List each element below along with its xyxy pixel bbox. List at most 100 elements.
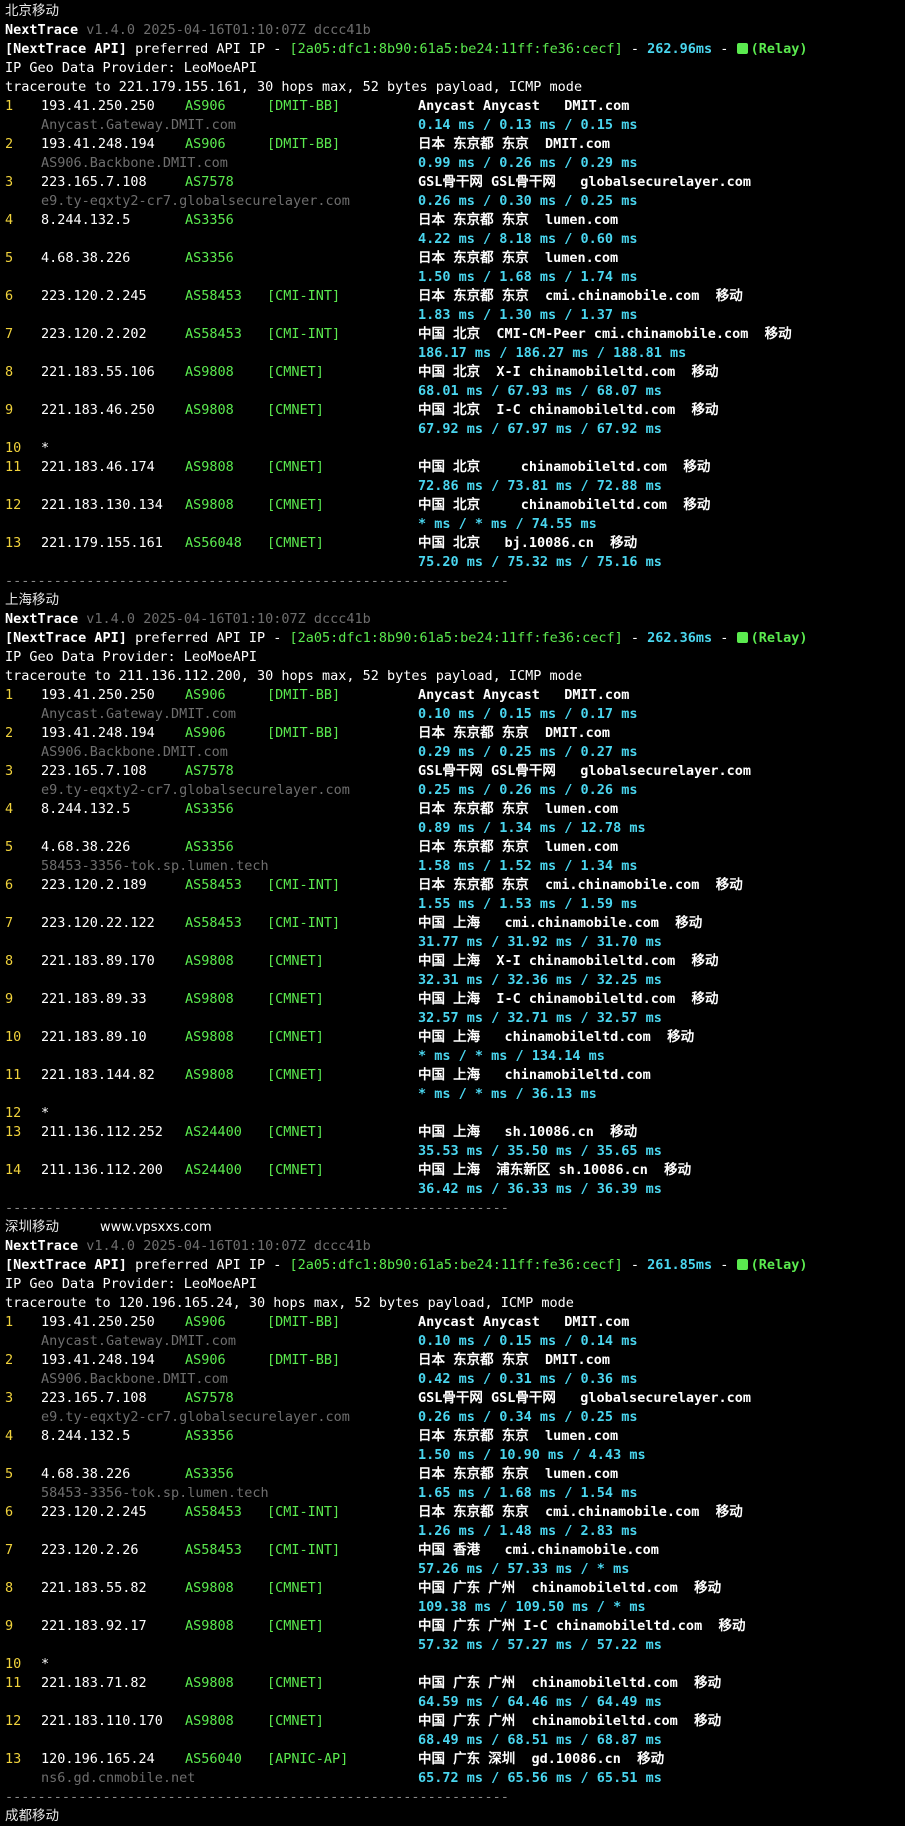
hop-detail-row: 0.89 ms / 1.34 ms / 12.78 ms bbox=[5, 819, 900, 838]
hop-detail-row: 32.57 ms / 32.71 ms / 32.57 ms bbox=[5, 1009, 900, 1028]
hop-number: 14 bbox=[5, 1162, 22, 1178]
hop-tag: [CMNET] bbox=[267, 364, 324, 380]
hop-latency: 0.26 ms / 0.30 ms / 0.25 ms bbox=[418, 193, 638, 209]
hop-detail-row: * ms / * ms / 134.14 ms bbox=[5, 1047, 900, 1066]
hop-ip: * bbox=[41, 440, 50, 456]
hop-asn: AS24400 bbox=[185, 1162, 242, 1178]
traceroute-header: traceroute to 221.179.155.161, 30 hops m… bbox=[5, 79, 583, 95]
hop-number: 10 bbox=[5, 1656, 22, 1672]
hop-row: 5 4.68.38.226 AS3356 日本 东京都 东京 lumen.com bbox=[5, 1465, 900, 1484]
hop-geo: 日本 东京都 东京 cmi.chinamobile.com 移动 bbox=[418, 288, 743, 304]
hop-row: 14 211.136.112.200 AS24400 [CMNET] 中国 上海 浦东新… bbox=[5, 1161, 900, 1180]
hop-tag: [CMI-INT] bbox=[267, 1504, 341, 1520]
hop-ip: 223.120.2.189 bbox=[41, 877, 147, 893]
hop-latency: 67.92 ms / 67.97 ms / 67.92 ms bbox=[418, 421, 662, 437]
separator: ----------------------------------------… bbox=[5, 573, 509, 589]
hop-ip: 223.120.2.245 bbox=[41, 1504, 147, 1520]
hop-asn: AS58453 bbox=[185, 288, 242, 304]
traceroute-line: traceroute to 211.136.112.200, 30 hops m… bbox=[5, 667, 900, 686]
hop-rdns: 58453-3356-tok.sp.lumen.tech bbox=[41, 858, 269, 874]
hop-asn: AS58453 bbox=[185, 1542, 242, 1558]
hop-ip: 221.183.71.82 bbox=[41, 1675, 147, 1691]
hop-latency: 0.89 ms / 1.34 ms / 12.78 ms bbox=[418, 820, 646, 836]
hop-geo: 日本 东京都 东京 lumen.com bbox=[418, 839, 619, 855]
hop-ip: 221.179.155.161 bbox=[41, 535, 163, 551]
relay-icon bbox=[736, 43, 748, 54]
hop-ip: 221.183.89.10 bbox=[41, 1029, 147, 1045]
hop-row: 8 221.183.89.170 AS9808 [CMNET] 中国 上海 X-I ch… bbox=[5, 952, 900, 971]
api-line: [NextTrace API] preferred API IP - [2a05… bbox=[5, 1256, 900, 1275]
hop-detail-row: * ms / * ms / 36.13 ms bbox=[5, 1085, 900, 1104]
hop-number: 4 bbox=[5, 1428, 14, 1444]
section-title-line: 上海移动 bbox=[5, 591, 900, 610]
separator-line: ----------------------------------------… bbox=[5, 572, 900, 591]
hop-latency: 1.26 ms / 1.48 ms / 2.83 ms bbox=[418, 1523, 638, 1539]
hop-detail-row: AS906.Backbone.DMIT.com 0.42 ms / 0.31 ms… bbox=[5, 1370, 900, 1389]
hop-latency: 57.32 ms / 57.27 ms / 57.22 ms bbox=[418, 1637, 662, 1653]
hop-row: 7 223.120.2.202 AS58453 [CMI-INT] 中国 北京 CMI-… bbox=[5, 325, 900, 344]
hop-number: 8 bbox=[5, 364, 14, 380]
version-string: v1.4.0 2025-04-16T01:10:07Z dccc41b bbox=[86, 1238, 371, 1254]
hop-asn: AS9808 bbox=[185, 459, 234, 475]
hop-geo: 中国 上海 sh.10086.cn 移动 bbox=[418, 1124, 638, 1140]
hop-geo: 中国 上海 chinamobileltd.com 移动 bbox=[418, 1029, 695, 1045]
version-line: NextTrace v1.4.0 2025-04-16T01:10:07Z dc… bbox=[5, 1237, 900, 1256]
hop-row: 9 221.183.46.250 AS9808 [CMNET] 中国 北京 I-C ch… bbox=[5, 401, 900, 420]
app-name: NextTrace bbox=[5, 1238, 79, 1254]
hop-tag: [CMNET] bbox=[267, 402, 324, 418]
api-prefix: [NextTrace API] bbox=[5, 1257, 127, 1273]
hop-number: 1 bbox=[5, 1314, 14, 1330]
hop-ip: 221.183.89.33 bbox=[41, 991, 147, 1007]
hop-latency: 65.72 ms / 65.56 ms / 65.51 ms bbox=[418, 1770, 662, 1786]
hop-latency: 0.26 ms / 0.34 ms / 0.25 ms bbox=[418, 1409, 638, 1425]
terminal-window[interactable]: 北京移动 NextTrace v1.4.0 2025-04-16T01:10:07… bbox=[0, 0, 905, 1824]
hop-detail-row: 1.50 ms / 10.90 ms / 4.43 ms bbox=[5, 1446, 900, 1465]
geo-provider: IP Geo Data Provider: LeoMoeAPI bbox=[5, 60, 257, 76]
hop-number: 3 bbox=[5, 1390, 14, 1406]
hop-tag: [DMIT-BB] bbox=[267, 725, 341, 741]
hop-tag: [APNIC-AP] bbox=[267, 1751, 349, 1767]
hop-ip: 223.120.22.122 bbox=[41, 915, 155, 931]
hop-row: 5 4.68.38.226 AS3356 日本 东京都 东京 lumen.com bbox=[5, 838, 900, 857]
api-dash: - bbox=[622, 1257, 648, 1273]
version-string: v1.4.0 2025-04-16T01:10:07Z dccc41b bbox=[86, 22, 371, 38]
hop-latency: 0.14 ms / 0.13 ms / 0.15 ms bbox=[418, 117, 638, 133]
hop-geo: 中国 上海 I-C chinamobileltd.com 移动 bbox=[418, 991, 719, 1007]
hop-row: 13 120.196.165.24 AS56040 [APNIC-AP] 中国 广东 深… bbox=[5, 1750, 900, 1769]
hop-detail-row: 31.77 ms / 31.92 ms / 31.70 ms bbox=[5, 933, 900, 952]
section-title-line: 北京移动 bbox=[5, 2, 900, 21]
hop-tag: [CMNET] bbox=[267, 1675, 324, 1691]
hop-detail-row: e9.ty-eqxty2-cr7.globalsecurelayer.com 0.… bbox=[5, 781, 900, 800]
hop-tag: [CMNET] bbox=[267, 953, 324, 969]
hop-number: 8 bbox=[5, 953, 14, 969]
hop-ip: 4.68.38.226 bbox=[41, 1466, 131, 1482]
hop-number: 10 bbox=[5, 1029, 22, 1045]
hop-asn: AS906 bbox=[185, 687, 226, 703]
hop-geo: 中国 广东 广州 I-C chinamobileltd.com 移动 bbox=[418, 1618, 746, 1634]
hop-number: 6 bbox=[5, 288, 14, 304]
hop-geo: GSL骨干网 GSL骨干网 globalsecurelayer.com bbox=[418, 763, 751, 779]
hop-number: 6 bbox=[5, 1504, 14, 1520]
section-title: 深圳移动 bbox=[5, 1219, 59, 1235]
hop-rdns: AS906.Backbone.DMIT.com bbox=[41, 744, 228, 760]
hop-detail-row: e9.ty-eqxty2-cr7.globalsecurelayer.com 0.… bbox=[5, 192, 900, 211]
hop-row: 6 223.120.2.245 AS58453 [CMI-INT] 日本 东京都 东京 … bbox=[5, 1503, 900, 1522]
hop-ip: 4.68.38.226 bbox=[41, 250, 131, 266]
hop-latency: * ms / * ms / 74.55 ms bbox=[418, 516, 597, 532]
hop-number: 2 bbox=[5, 1352, 14, 1368]
separator: ----------------------------------------… bbox=[5, 1200, 509, 1216]
hop-detail-row: 109.38 ms / 109.50 ms / * ms bbox=[5, 1598, 900, 1617]
hop-ip: 221.183.144.82 bbox=[41, 1067, 155, 1083]
hop-ip: 4.68.38.226 bbox=[41, 839, 131, 855]
hop-detail-row: 186.17 ms / 186.27 ms / 188.81 ms bbox=[5, 344, 900, 363]
hop-number: 9 bbox=[5, 1618, 14, 1634]
hop-row: 3 223.165.7.108 AS7578 GSL骨干网 GSL骨干网 global… bbox=[5, 173, 900, 192]
hop-latency: * ms / * ms / 134.14 ms bbox=[418, 1048, 605, 1064]
hop-number: 13 bbox=[5, 1751, 22, 1767]
hop-geo: 日本 东京都 东京 lumen.com bbox=[418, 1466, 619, 1482]
hop-number: 13 bbox=[5, 535, 22, 551]
hop-ip: 221.183.55.106 bbox=[41, 364, 155, 380]
hop-row: 12 221.183.110.170 AS9808 [CMNET] 中国 广东 广州 c… bbox=[5, 1712, 900, 1731]
hop-number: 5 bbox=[5, 1466, 14, 1482]
hop-asn: AS3356 bbox=[185, 212, 234, 228]
